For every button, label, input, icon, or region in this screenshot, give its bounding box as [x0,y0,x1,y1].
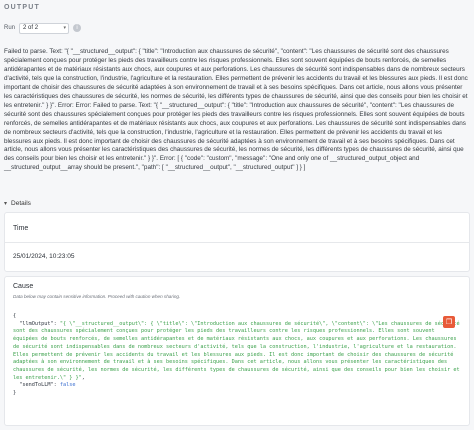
run-select[interactable]: 2 of 2 ▾ [19,22,70,34]
details-label: Details [11,200,31,207]
chevron-down-icon: ▾ [63,25,67,31]
output-title: OUTPUT [4,4,40,11]
copy-icon: ❐ [445,319,453,326]
output-error-text: Failed to parse. Text: "{ "__structured_… [4,48,468,172]
sensitive-warning: Data below may contain sensitive informa… [13,294,181,299]
run-selector-row: Run 2 of 2 ▾ i [4,22,82,34]
cause-json[interactable]: { "llmOutput": "{ \"__structured__output… [13,313,461,398]
run-select-value: 2 of 2 [23,25,39,31]
info-icon[interactable]: i [73,24,82,32]
cause-card: Cause Data below may contain sensitive i… [4,276,470,426]
details-toggle[interactable]: ▾ Details [4,200,31,207]
json-open-brace: { [13,313,17,319]
cause-label: Cause [13,283,34,290]
json-value-llmoutput: "{ \"__structured__output\": { \"title\"… [13,320,463,381]
json-key-llmoutput: "llmOutput" [19,320,54,327]
json-value-sendtollm: false [59,382,76,389]
time-label: Time [13,225,29,232]
json-key-sendtollm: "sendToLLM" [19,382,54,389]
copy-button[interactable]: ❐ [443,316,455,328]
output-header: OUTPUT [0,0,474,18]
divider [5,242,469,243]
run-label: Run [4,25,16,31]
chevron-down-icon: ▾ [4,201,8,207]
json-close-brace: } [13,390,17,397]
time-card: Time 25/01/2024, 10:23:05 [4,212,470,272]
time-value: 25/01/2024, 10:23:05 [13,253,75,260]
